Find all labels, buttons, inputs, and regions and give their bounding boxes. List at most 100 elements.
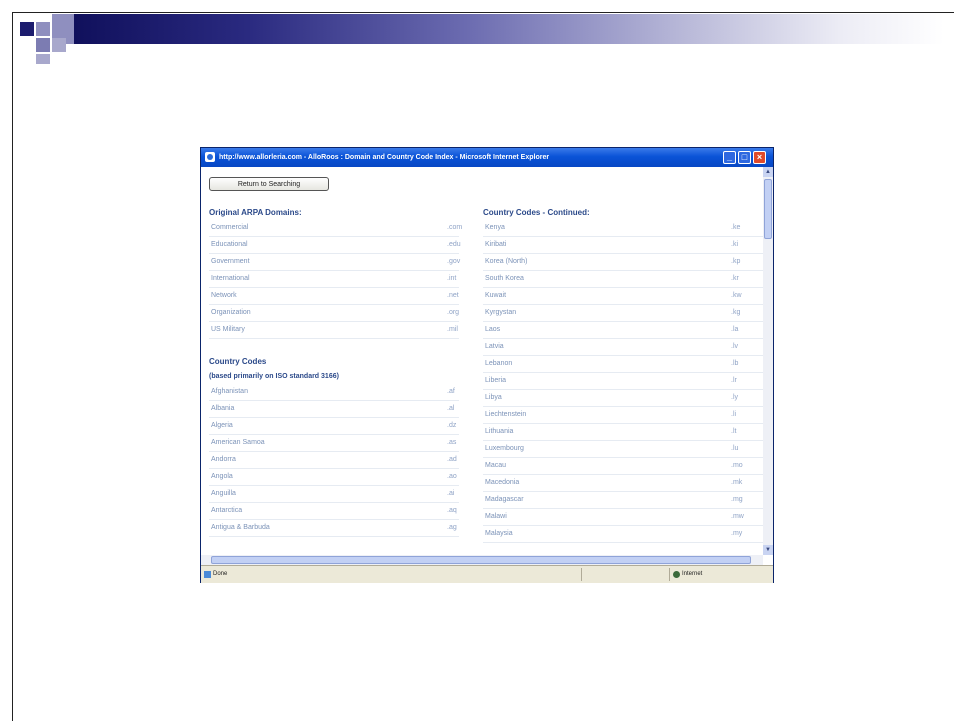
domain-link[interactable]: Anguilla bbox=[211, 486, 236, 502]
domain-link[interactable]: US Military bbox=[211, 322, 245, 338]
domain-link[interactable]: Organization bbox=[211, 305, 251, 321]
domain-code: .mil bbox=[447, 326, 458, 333]
status-divider bbox=[581, 568, 582, 581]
domain-link[interactable]: Educational bbox=[211, 237, 248, 253]
domain-code: .net bbox=[447, 292, 459, 299]
domain-link[interactable]: Kiribati bbox=[485, 237, 506, 253]
table-row: Latvia .lv bbox=[483, 339, 763, 356]
table-row: Kiribati .ki bbox=[483, 237, 763, 254]
domain-code: .la bbox=[731, 326, 739, 333]
table-row: South Korea .kr bbox=[483, 271, 763, 288]
domain-link[interactable]: Angola bbox=[211, 469, 233, 485]
table-row: International .int bbox=[209, 271, 459, 288]
scroll-down-icon[interactable]: ▼ bbox=[763, 545, 773, 555]
domain-code: .li bbox=[731, 411, 737, 418]
domain-code: .al bbox=[447, 405, 455, 412]
table-row: Andorra .ad bbox=[209, 452, 459, 469]
domain-link[interactable]: Lebanon bbox=[485, 356, 512, 372]
domain-link[interactable]: Madagascar bbox=[485, 492, 524, 508]
table-row: Libya .ly bbox=[483, 390, 763, 407]
maximize-icon[interactable]: □ bbox=[738, 151, 751, 164]
domain-link[interactable]: Luxembourg bbox=[485, 441, 524, 457]
table-row: Kuwait .kw bbox=[483, 288, 763, 305]
minimize-icon[interactable]: _ bbox=[723, 151, 736, 164]
domain-code: .mk bbox=[731, 479, 743, 486]
domain-link[interactable]: Andorra bbox=[211, 452, 236, 468]
country-codes-heading: Country Codes bbox=[209, 357, 267, 366]
domain-link[interactable]: Kyrgystan bbox=[485, 305, 516, 321]
country-codes-subheading: (based primarily on ISO standard 3166) bbox=[209, 373, 339, 380]
domain-link[interactable]: Lithuania bbox=[485, 424, 513, 440]
domain-link[interactable]: South Korea bbox=[485, 271, 524, 287]
domain-link[interactable]: Malaysia bbox=[485, 526, 513, 542]
domain-link[interactable]: Liechtenstein bbox=[485, 407, 526, 423]
table-row: Afghanistan .af bbox=[209, 384, 459, 401]
domain-code: .kw bbox=[731, 292, 742, 299]
domain-code: .ke bbox=[731, 224, 741, 231]
left-column: Original ARPA Domains: Commercial .com Edu… bbox=[209, 205, 462, 537]
domain-code: .edu bbox=[447, 241, 461, 248]
domain-link[interactable]: Albania bbox=[211, 401, 234, 417]
domain-link[interactable]: Antarctica bbox=[211, 503, 242, 519]
domain-code: .lt bbox=[731, 428, 737, 435]
domain-code: .ao bbox=[447, 473, 457, 480]
scroll-up-icon[interactable]: ▲ bbox=[763, 167, 773, 177]
table-row: Kenya .ke bbox=[483, 220, 763, 237]
table-row: Madagascar .mg bbox=[483, 492, 763, 509]
domain-link[interactable]: Malawi bbox=[485, 509, 507, 525]
status-text: Done bbox=[213, 571, 228, 577]
vertical-scroll-thumb[interactable] bbox=[764, 179, 772, 239]
domain-link[interactable]: American Samoa bbox=[211, 435, 265, 451]
return-to-searching-button[interactable]: Return to Searching bbox=[209, 177, 329, 191]
horizontal-scrollbar[interactable] bbox=[201, 555, 763, 565]
vertical-scrollbar[interactable]: ▲ ▼ bbox=[763, 167, 773, 555]
domain-link[interactable]: Kuwait bbox=[485, 288, 506, 304]
table-row: American Samoa .as bbox=[209, 435, 459, 452]
domain-link[interactable]: Government bbox=[211, 254, 250, 270]
horizontal-scroll-thumb[interactable] bbox=[211, 556, 751, 564]
domain-code: .ly bbox=[731, 394, 738, 401]
page-content: Return to Searching Original ARPA Domain… bbox=[201, 167, 763, 555]
close-icon[interactable]: × bbox=[753, 151, 766, 164]
table-row: Organization .org bbox=[209, 305, 459, 322]
status-bar: Done Internet bbox=[201, 565, 773, 583]
domain-link[interactable]: Macedonia bbox=[485, 475, 519, 491]
domain-link[interactable]: Liberia bbox=[485, 373, 506, 389]
domain-link[interactable]: Commercial bbox=[211, 220, 248, 236]
table-row: Antarctica .aq bbox=[209, 503, 459, 520]
domain-link[interactable]: Libya bbox=[485, 390, 502, 406]
table-row: Laos .la bbox=[483, 322, 763, 339]
window-titlebar[interactable]: http://www.allorleria.com - AlloRoos : D… bbox=[201, 148, 773, 167]
table-row: Anguilla .ai bbox=[209, 486, 459, 503]
table-row: Albania .al bbox=[209, 401, 459, 418]
table-row: Antigua & Barbuda .ag bbox=[209, 520, 459, 537]
table-row: Network .net bbox=[209, 288, 459, 305]
domain-link[interactable]: Algeria bbox=[211, 418, 233, 434]
domain-link[interactable]: Afghanistan bbox=[211, 384, 248, 400]
internet-zone-icon bbox=[673, 571, 680, 578]
domain-code: .mw bbox=[731, 513, 744, 520]
domain-link[interactable]: Latvia bbox=[485, 339, 504, 355]
domain-code: .ai bbox=[447, 490, 455, 497]
domain-link[interactable]: Laos bbox=[485, 322, 500, 338]
domain-code: .kp bbox=[731, 258, 741, 265]
domain-link[interactable]: Macau bbox=[485, 458, 506, 474]
domain-code: .lr bbox=[731, 377, 737, 384]
domain-link[interactable]: International bbox=[211, 271, 250, 287]
domain-link[interactable]: Network bbox=[211, 288, 237, 304]
domain-link[interactable]: Kenya bbox=[485, 220, 505, 236]
done-page-icon bbox=[204, 571, 211, 578]
ie-page-icon bbox=[205, 152, 215, 162]
domain-code: .mg bbox=[731, 496, 743, 503]
domain-link[interactable]: Antigua & Barbuda bbox=[211, 520, 270, 536]
window-title: http://www.allorleria.com - AlloRoos : D… bbox=[219, 154, 550, 161]
domain-link[interactable]: Korea (North) bbox=[485, 254, 527, 270]
slide-decor-square bbox=[20, 22, 34, 36]
table-row: Macedonia .mk bbox=[483, 475, 763, 492]
slide-decor-square bbox=[36, 22, 50, 36]
arpa-list: Commercial .com Educational .edu Government.… bbox=[209, 220, 462, 339]
domain-code: .kg bbox=[731, 309, 741, 316]
table-row: Commercial .com bbox=[209, 220, 462, 237]
left-country-list: Afghanistan .af Albania .al Algeria .dz Americ… bbox=[209, 384, 459, 537]
table-row: US Military .mil bbox=[209, 322, 459, 339]
